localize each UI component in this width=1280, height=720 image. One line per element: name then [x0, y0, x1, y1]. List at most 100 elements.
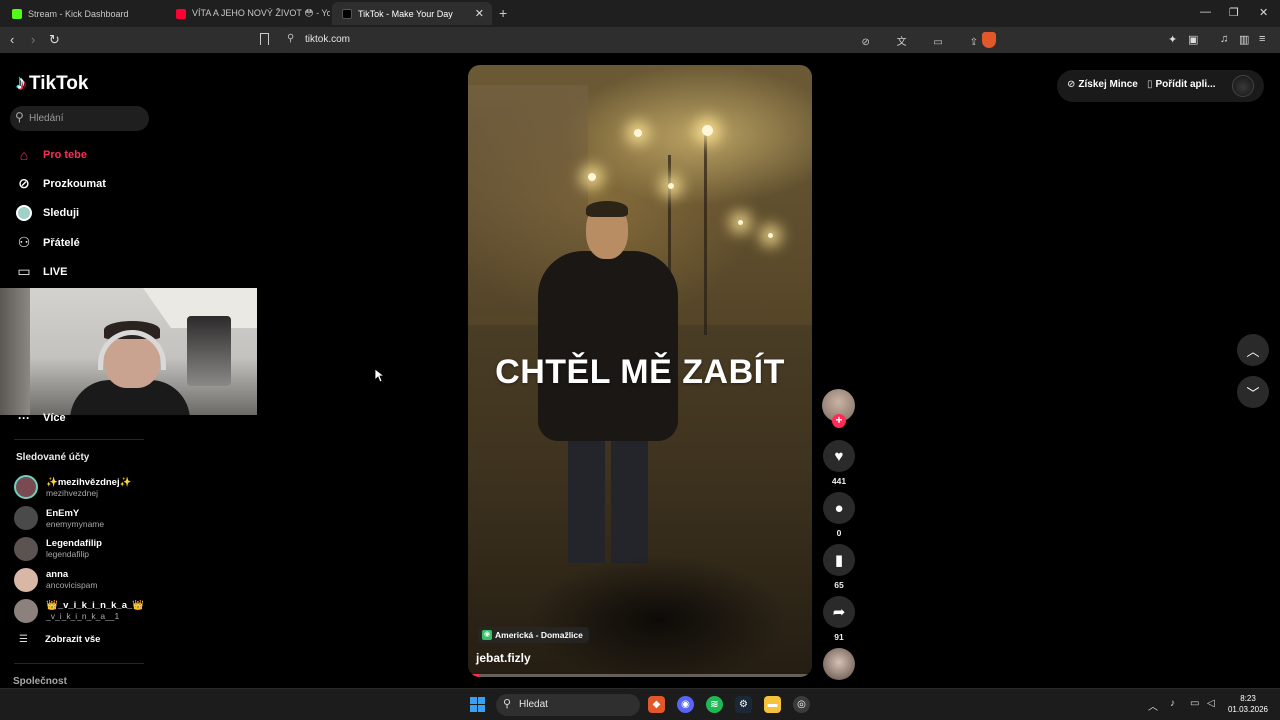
- wallet-icon[interactable]: ▣: [1188, 33, 1198, 46]
- file-explorer-icon[interactable]: ▬: [764, 696, 781, 713]
- minimize-icon[interactable]: —: [1200, 6, 1211, 18]
- top-right-actions: ⊘ Získej Mince ▯ Pořídit apli...: [1057, 70, 1264, 102]
- tab-kick[interactable]: Stream - Kick Dashboard: [2, 2, 166, 25]
- new-tab-icon[interactable]: +: [499, 5, 507, 21]
- chevron-down-icon: ﹀: [1246, 385, 1260, 401]
- obs-app-icon[interactable]: ◎: [793, 696, 810, 713]
- follow-plus-icon[interactable]: +: [832, 414, 846, 428]
- microphone-icon[interactable]: ♪: [1170, 698, 1175, 709]
- tab-tiktok[interactable]: TikTok - Make Your Day ✕: [332, 2, 492, 25]
- system-clock[interactable]: 8:23 01.03.2026: [1226, 693, 1270, 715]
- bookmark-icon[interactable]: [260, 33, 269, 45]
- tiktok-logo[interactable]: ♪ TikTok: [16, 72, 88, 95]
- brand-name: TikTok: [29, 72, 89, 94]
- share-button[interactable]: ➦: [823, 596, 855, 628]
- get-coins-label: Získej Mince: [1078, 79, 1138, 90]
- tab-youtube[interactable]: VÍTA A JEHO NOVÝ ŽIVOT 😳 - YouT: [166, 2, 330, 25]
- next-video-button[interactable]: ﹀: [1237, 376, 1269, 408]
- clock-date: 01.03.2026: [1227, 705, 1269, 714]
- steam-app-icon[interactable]: ⚙: [735, 696, 752, 713]
- list-icon: ☰: [19, 634, 28, 645]
- nav-item-more[interactable]: ··· Více: [18, 411, 66, 425]
- music-disc-icon[interactable]: [823, 648, 855, 680]
- kick-favicon-icon: [12, 8, 22, 19]
- profile-avatar[interactable]: [1232, 75, 1254, 97]
- site-info-icon[interactable]: ⚲: [287, 33, 294, 44]
- friends-icon: ⚇: [17, 234, 31, 251]
- sidebar-toggle-icon[interactable]: ▥: [1239, 33, 1249, 46]
- nav-item-live[interactable]: ▭ LIVE: [14, 257, 154, 286]
- restore-icon[interactable]: ❐: [1229, 6, 1239, 19]
- following-account[interactable]: 👑_v_i_k_i_n_k_a_👑 _v_i_k_i_n_k_a__1: [14, 595, 164, 626]
- comment-count: 0: [836, 528, 842, 538]
- account-name: 👑_v_i_k_i_n_k_a_👑: [46, 600, 145, 612]
- company-link[interactable]: Společnost: [13, 676, 67, 687]
- video-player[interactable]: CHTĚL MĚ ZABÍT ◉ Americká - Domažlice je…: [468, 65, 812, 677]
- live-icon: ▭: [17, 263, 31, 280]
- video-caption-overlay: CHTĚL MĚ ZABÍT: [495, 353, 785, 391]
- reload-icon[interactable]: ↻: [49, 32, 60, 48]
- address-action-icons[interactable]: ⊘ 文 ▭ ⇪: [861, 33, 990, 48]
- nav-item-following[interactable]: Sleduji: [14, 199, 154, 228]
- account-name: anna: [46, 569, 69, 581]
- show-all-button[interactable]: ☰ Zobrazit vše: [19, 634, 100, 645]
- nav-item-friends[interactable]: ⚇ Přátelé: [14, 228, 154, 257]
- nav-label: Sleduji: [43, 207, 80, 220]
- following-account[interactable]: Legendafilip legendafilip: [14, 534, 164, 565]
- nav-item-for-you[interactable]: ⌂ Pro tebe: [14, 140, 154, 169]
- discord-app-icon[interactable]: ◉: [677, 696, 694, 713]
- taskbar-search[interactable]: ⚲ Hledat: [496, 694, 640, 716]
- tray-chevron-up-icon[interactable]: ︿: [1148, 698, 1158, 713]
- media-icon[interactable]: ♫: [1220, 33, 1228, 45]
- nav-label: LIVE: [43, 265, 68, 278]
- windows-start-icon[interactable]: [470, 697, 485, 712]
- comment-icon: ●: [834, 499, 844, 517]
- brave-shield-icon[interactable]: [982, 32, 996, 48]
- following-account[interactable]: ✨mezihvězdnej✨ mezihvezdnej: [14, 472, 164, 503]
- share-icon: ➦: [832, 604, 846, 621]
- windows-taskbar: ⚲ Hledat ◆ ◉ ≋ ⚙ ▬ ◎ ︿ ♪ ▭ ◁ 8:23 01.03.…: [0, 688, 1280, 720]
- volume-icon[interactable]: ◁: [1207, 698, 1215, 709]
- video-progress-fill: [472, 674, 479, 677]
- more-icon: ···: [18, 411, 30, 425]
- previous-video-button[interactable]: ︿: [1237, 334, 1269, 366]
- show-all-label: Zobrazit vše: [45, 634, 101, 645]
- forward-icon[interactable]: ›: [31, 32, 35, 47]
- search-input[interactable]: [29, 109, 144, 128]
- save-button[interactable]: ▮: [823, 544, 855, 576]
- url-field[interactable]: ⚲ tiktok.com ⊘ 文 ▭ ⇪: [278, 30, 1000, 50]
- account-username: mezihvezdnej: [46, 487, 98, 498]
- spotify-app-icon[interactable]: ≋: [706, 696, 723, 713]
- following-list: ✨mezihvězdnej✨ mezihvezdnej EnEmY enemym…: [14, 472, 164, 626]
- following-header: Sledované účty: [16, 452, 90, 463]
- following-account[interactable]: EnEmY enemymyname: [14, 503, 164, 534]
- search-box[interactable]: ⚲: [10, 106, 149, 131]
- close-tab-icon[interactable]: ✕: [475, 7, 484, 20]
- close-window-icon[interactable]: ✕: [1259, 6, 1268, 19]
- following-account[interactable]: anna ancovicispam: [14, 564, 164, 595]
- like-button[interactable]: ♥: [823, 440, 855, 472]
- network-icon[interactable]: ▭: [1190, 698, 1199, 709]
- tiktok-note-icon: ♪: [16, 72, 26, 94]
- get-app-button[interactable]: ▯ Pořídit apli...: [1147, 79, 1216, 90]
- brave-app-icon[interactable]: ◆: [648, 696, 665, 713]
- search-icon: ⚲: [15, 110, 24, 124]
- address-bar-row: ‹ › ↻ ⚲ tiktok.com ⊘ 文 ▭ ⇪: [0, 27, 1280, 53]
- video-progress-bar[interactable]: [472, 674, 808, 677]
- extensions-icon[interactable]: ✦: [1168, 33, 1177, 46]
- video-author[interactable]: jebat.fizly: [476, 651, 531, 665]
- location-name: Americká - Domažlice: [495, 630, 583, 640]
- heart-icon: ♥: [834, 447, 844, 465]
- get-coins-button[interactable]: ⊘ Získej Mince: [1067, 79, 1138, 90]
- mouse-cursor-icon: [375, 369, 384, 383]
- nav-item-explore[interactable]: ⊘ Prozkoumat: [14, 169, 154, 198]
- account-username: legendafilip: [46, 549, 90, 560]
- comment-button[interactable]: ●: [823, 492, 855, 524]
- menu-icon[interactable]: ≡: [1259, 33, 1265, 45]
- webcam-overlay: [0, 288, 257, 415]
- like-count: 441: [831, 476, 847, 486]
- back-icon[interactable]: ‹: [10, 32, 14, 47]
- location-tag[interactable]: ◉ Americká - Domažlice: [478, 627, 589, 643]
- avatar: [14, 506, 38, 531]
- main-nav: ⌂ Pro tebe ⊘ Prozkoumat Sleduji ⚇ Přátel…: [14, 140, 154, 286]
